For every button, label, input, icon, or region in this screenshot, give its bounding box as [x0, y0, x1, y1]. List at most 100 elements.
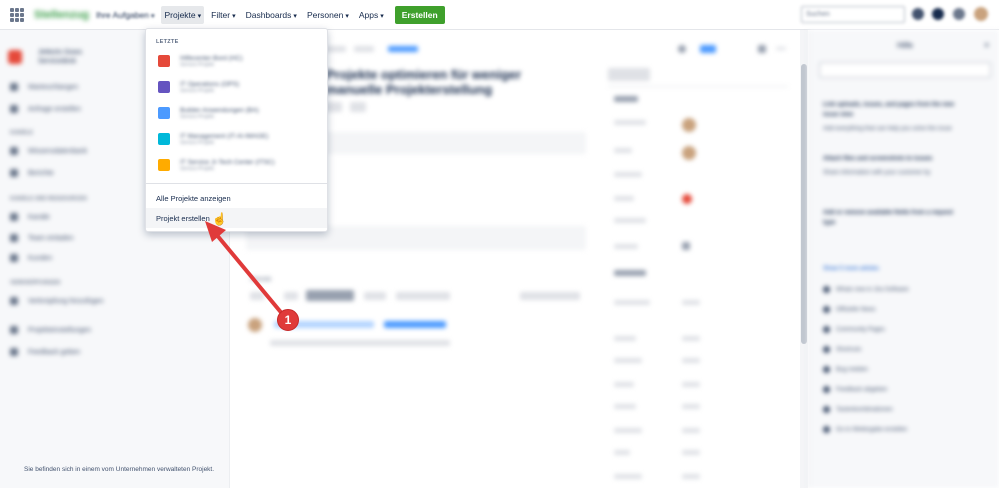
help-search-input[interactable] [819, 62, 991, 78]
nav-projects[interactable]: Projekte ▾ [161, 5, 205, 24]
filter-worklog[interactable] [364, 292, 386, 300]
share-link[interactable] [384, 321, 446, 328]
nav-filters[interactable]: Filter ▾ [208, 6, 238, 24]
sidebar-item-queues[interactable]: Warteschlangen [10, 83, 78, 91]
filter-all[interactable] [250, 292, 264, 300]
project-avatar [8, 50, 22, 64]
create-button[interactable]: Erstellen [394, 5, 445, 24]
queue-icon [10, 83, 18, 91]
sidebar-item-channels[interactable]: Kanäle [10, 213, 50, 221]
reporter-avatar [682, 146, 696, 160]
close-icon[interactable]: × [984, 40, 989, 50]
step-number-badge: 1 [277, 309, 299, 331]
filter-approvals[interactable] [396, 292, 450, 300]
recent-project-item[interactable]: IT Service Jr-Tech Center (ITSC) Service-… [146, 153, 327, 177]
attach-button[interactable] [326, 102, 342, 112]
sidebar-item-customers[interactable]: Kunden [10, 254, 52, 262]
field-label [614, 120, 646, 125]
field-value [682, 474, 700, 479]
field-label [614, 428, 642, 433]
top-navigation: Stellenzug Ihre Aufgaben ▾ Projekte ▾ Filt… [0, 0, 999, 30]
notifications-icon[interactable] [912, 8, 924, 20]
show-more-link[interactable]: Show 5 more articles [823, 266, 879, 272]
create-project-item[interactable]: Projekt erstellen [146, 208, 327, 228]
product-logo[interactable]: Stellenzug [34, 9, 89, 21]
field-value [682, 300, 700, 305]
breadcrumb[interactable] [326, 46, 346, 52]
project-avatar-icon [158, 81, 170, 93]
chevron-down-icon: ▾ [197, 12, 202, 20]
project-type: Servicedesk [38, 58, 77, 65]
help-article-title[interactable]: issue view [823, 112, 853, 118]
feedback-icon [823, 386, 830, 393]
field-label [614, 450, 630, 455]
help-link[interactable]: Whats new in Jira Software [823, 286, 909, 293]
help-panel: Hilfe × Link uploads, issues, and pages … [808, 30, 999, 488]
field-label [614, 244, 638, 249]
search-input[interactable]: Suchen [801, 6, 905, 23]
channel-icon [10, 213, 18, 221]
help-article-title[interactable]: Add or remove available fields from a re… [823, 210, 953, 216]
field-label [614, 336, 636, 341]
sidebar-item-reports[interactable]: Berichte [10, 169, 54, 177]
help-link[interactable]: Bug melden [823, 366, 868, 373]
recent-project-item[interactable]: Builder-Anwendungen (BA) Service-Projekt [146, 101, 327, 125]
nav-dashboards[interactable]: Dashboards ▾ [243, 6, 300, 24]
recent-project-item[interactable]: Hilfecenter-Bord (HC) Service-Projekt [146, 49, 327, 73]
community-icon [823, 326, 830, 333]
sidebar-item-invite-team[interactable]: Team einladen [10, 234, 74, 242]
help-link[interactable]: Go to Weitergabe erstellen [823, 426, 907, 433]
assignee-avatar [682, 118, 696, 132]
chevron-down-icon: ▾ [232, 12, 236, 20]
help-article-title[interactable]: Link uploads, issues, and pages from the… [823, 102, 954, 108]
main-scrollbar[interactable] [800, 30, 808, 488]
pro-tip [270, 340, 450, 346]
scrollbar-thumb[interactable] [801, 64, 807, 344]
help-article-title[interactable]: type [823, 220, 835, 226]
help-article-title[interactable]: Attach files and screenshots to issues [823, 156, 932, 162]
app-switcher-icon[interactable] [10, 7, 24, 22]
avatar[interactable] [974, 7, 988, 21]
gear-icon [10, 326, 18, 334]
breadcrumb-item[interactable] [354, 46, 374, 52]
description-field[interactable] [326, 132, 586, 154]
filter-history[interactable] [306, 290, 354, 301]
vote-icon[interactable] [700, 45, 716, 53]
field-value [682, 336, 700, 341]
sidebar-item-feedback[interactable]: Feedback geben [10, 348, 80, 356]
watch-icon[interactable] [678, 45, 686, 53]
settings-icon[interactable] [953, 8, 965, 20]
help-link[interactable]: Feedback abgeben [823, 386, 887, 393]
sidebar-item-add-shortcut[interactable]: Verknüpfung hinzufügen [10, 297, 104, 305]
nav-your-work[interactable]: Ihre Aufgaben ▾ [93, 6, 157, 24]
help-link[interactable]: Offizielle News [823, 306, 876, 313]
filter-comments[interactable] [284, 292, 298, 300]
commenter-avatar [248, 318, 262, 332]
nav-apps[interactable]: Apps ▾ [356, 6, 387, 24]
sidebar-item-create-request[interactable]: Anfrage erstellen [10, 105, 81, 113]
help-icon[interactable] [932, 8, 944, 20]
recent-project-item[interactable]: IT Operations (OPS) Service-Projekt [146, 75, 327, 99]
help-link[interactable]: Community Pages [823, 326, 885, 333]
sort-order[interactable] [520, 292, 580, 300]
more-icon[interactable] [776, 47, 786, 50]
help-title: Hilfe [897, 41, 914, 50]
sidebar-heading: KANÄLE [10, 130, 33, 136]
link-button[interactable] [350, 102, 366, 112]
project-header[interactable]: Jettezts Gows Servicedesk [8, 48, 82, 66]
recent-project-item[interactable]: IT Management (IT-AI-IMAGE) Service-Proje… [146, 127, 327, 151]
issue-title[interactable]: Projekte optimieren für weniger manuelle… [326, 67, 556, 97]
external-link-icon [823, 426, 830, 433]
field-label [614, 196, 634, 201]
status-dropdown[interactable] [608, 68, 650, 81]
help-link[interactable]: Tastenkombinationen [823, 406, 893, 413]
issue-key-link[interactable] [388, 46, 418, 52]
project-name: Jettezts Gows [38, 49, 82, 56]
share-icon[interactable] [758, 45, 766, 53]
sidebar-item-knowledge-base[interactable]: Wissensdatenbank [10, 147, 87, 155]
help-link[interactable]: Shortcuts [823, 346, 861, 353]
view-all-projects-item[interactable]: Alle Projekte anzeigen [146, 188, 327, 208]
nav-people[interactable]: Personen ▾ [304, 6, 352, 24]
sidebar-item-project-settings[interactable]: Projekteinstellungen [10, 326, 91, 334]
chart-icon [10, 169, 18, 177]
